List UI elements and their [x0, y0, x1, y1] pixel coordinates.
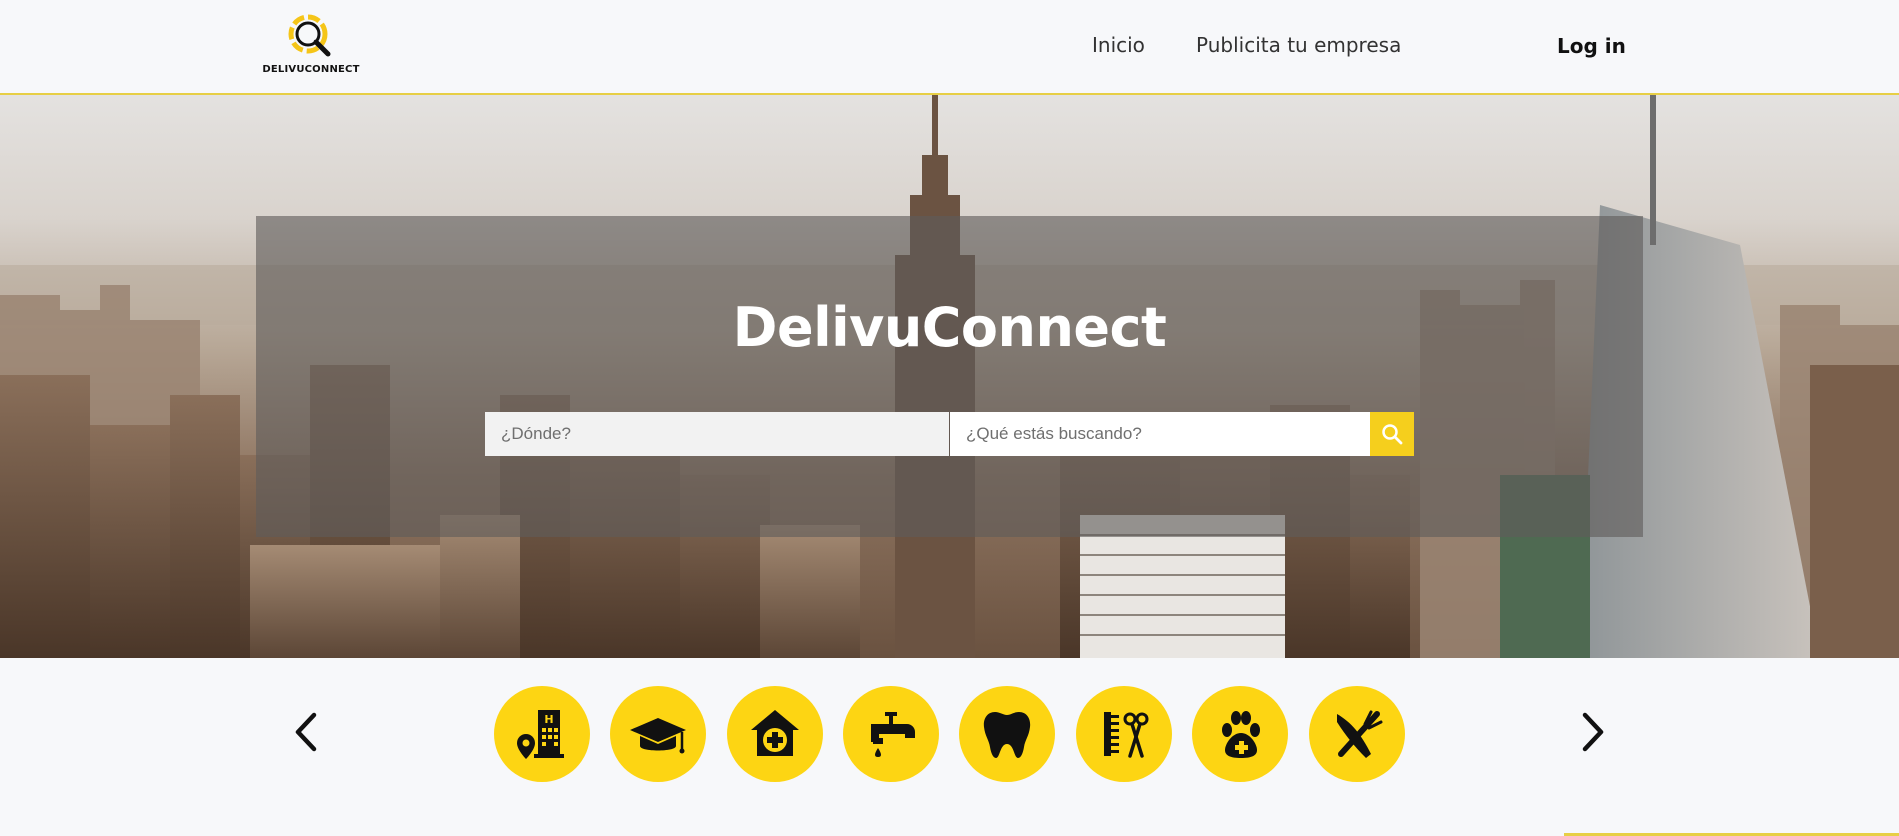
where-input[interactable] [485, 412, 949, 456]
category-veterinary[interactable] [1192, 686, 1288, 782]
hotel-location-icon: H [517, 710, 564, 759]
category-dentist[interactable] [959, 686, 1055, 782]
fork-knife-icon [1337, 710, 1383, 758]
logo-text: DELIVUCONNECT [262, 64, 360, 75]
hero-title: DelivuConnect [732, 296, 1167, 359]
login-link[interactable]: Log in [1557, 34, 1626, 58]
tooth-icon [983, 712, 1031, 758]
water-faucet-icon [871, 712, 915, 757]
category-hotels[interactable]: H [494, 686, 590, 782]
magnifier-logo-icon [288, 14, 331, 57]
svg-text:H: H [544, 713, 553, 726]
category-plumbing[interactable] [843, 686, 939, 782]
graduation-cap-icon [630, 718, 686, 754]
chevron-left-icon [295, 712, 317, 752]
carousel-next-button[interactable] [1573, 708, 1613, 756]
search-icon [1382, 424, 1403, 445]
nav-inicio[interactable]: Inicio [1092, 33, 1145, 57]
category-barber[interactable] [1076, 686, 1172, 782]
hero-banner: DelivuConnect [0, 95, 1899, 658]
site-header: DELIVUCONNECT Inicio Publicita tu empres… [0, 0, 1899, 95]
nav-publicita-tu-empresa[interactable]: Publicita tu empresa [1196, 33, 1401, 57]
medical-clinic-icon [751, 710, 799, 756]
site-logo[interactable]: DELIVUCONNECT [261, 14, 361, 78]
category-health[interactable] [727, 686, 823, 782]
carousel-prev-button[interactable] [286, 708, 326, 756]
search-button[interactable] [1370, 412, 1414, 456]
category-restaurants[interactable] [1309, 686, 1405, 782]
chevron-right-icon [1582, 712, 1604, 752]
category-education[interactable] [610, 686, 706, 782]
paw-clinic-icon [1222, 711, 1260, 758]
comb-scissors-icon [1104, 712, 1149, 758]
what-input[interactable] [950, 412, 1370, 456]
search-panel: DelivuConnect [256, 216, 1643, 537]
